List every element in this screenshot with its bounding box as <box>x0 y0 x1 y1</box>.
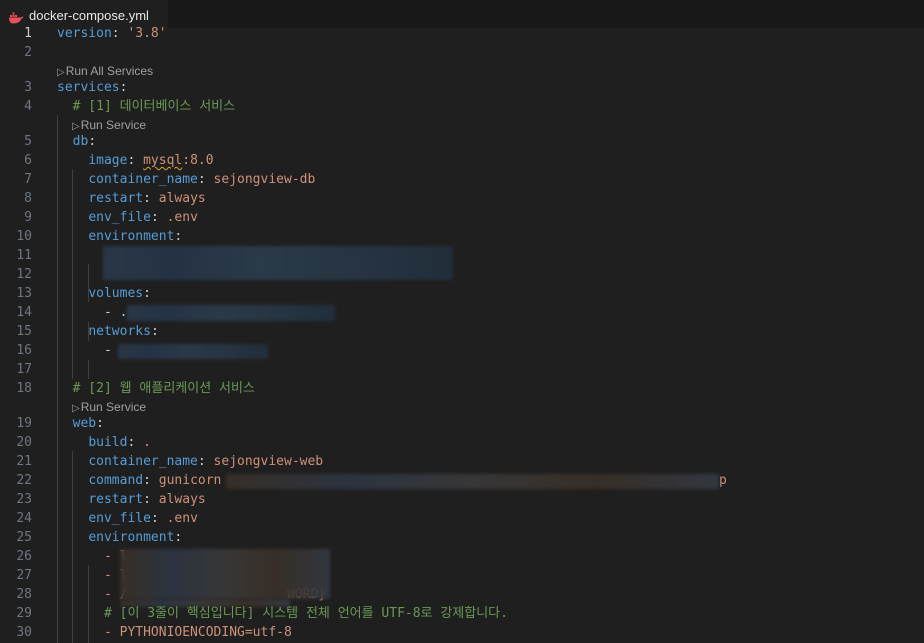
line-number: 29 <box>16 606 32 621</box>
code-line: 3 services: <box>0 78 924 97</box>
lint-warning: mysql <box>143 153 183 168</box>
run-service-db-codelens[interactable]: ▷Run Service <box>72 117 146 133</box>
code-line: 5 db: <box>0 132 924 151</box>
line-number: 25 <box>16 530 32 545</box>
code-line: 25 environment: <box>0 528 924 547</box>
code-line: 18 # [2] 웹 애플리케이션 서비스 <box>0 379 924 398</box>
line-number: 15 <box>16 324 32 339</box>
line-number: 14 <box>16 305 32 320</box>
line-number: 17 <box>16 362 32 377</box>
code-line: 21 container_name: sejongview-web <box>0 452 924 471</box>
redacted-region <box>120 549 330 599</box>
line-number: 4 <box>24 99 32 114</box>
line-number: 19 <box>16 416 32 431</box>
code-line: 1 version: '3.8' <box>0 24 924 43</box>
code-line: 20 build: . <box>0 433 924 452</box>
code-line: 10 environment: <box>0 227 924 246</box>
redacted-region <box>127 305 335 321</box>
code-line: 19 web: <box>0 414 924 433</box>
line-number: 23 <box>16 492 32 507</box>
run-all-services-codelens[interactable]: ▷Run All Services <box>57 63 153 79</box>
line-number: 8 <box>24 191 32 206</box>
line-number: 13 <box>16 286 32 301</box>
play-icon: ▷ <box>72 403 80 414</box>
line-number: 12 <box>16 267 32 282</box>
line-number: 22 <box>16 473 32 488</box>
line-number: 11 <box>16 248 32 263</box>
line-number: 26 <box>16 549 32 564</box>
code-line: 30 - PYTHONIOENCODING=utf-8 <box>0 623 924 642</box>
redacted-region <box>103 246 453 280</box>
tab-filename: docker-compose.yml <box>29 7 149 23</box>
line-number: 20 <box>16 435 32 450</box>
code-line: 15 networks: <box>0 322 924 341</box>
run-service-web-codelens[interactable]: ▷Run Service <box>72 399 146 415</box>
docker-whale-icon <box>8 9 24 24</box>
code-line: 17 <box>0 360 924 379</box>
line-number: 6 <box>24 153 32 168</box>
code-line: 29 # [이 3줄이 핵심입니다] 시스템 전체 언어를 UTF-8로 강제합… <box>0 604 924 623</box>
line-number: 21 <box>16 454 32 469</box>
line-number: 9 <box>24 210 32 225</box>
line-number: 1 <box>24 26 32 41</box>
code-editor[interactable]: 1 version: '3.8' 2 ▷Run All Services 3 s… <box>0 24 924 643</box>
line-number: 28 <box>16 587 32 602</box>
line-number: 7 <box>24 172 32 187</box>
redacted-region <box>226 474 719 489</box>
line-number: 30 <box>16 625 32 640</box>
line-number: 16 <box>16 343 32 358</box>
code-line: 24 env_file: .env <box>0 509 924 528</box>
code-line: 13 volumes: <box>0 284 924 303</box>
line-number: 27 <box>16 568 32 583</box>
code-line: 9 env_file: .env <box>0 208 924 227</box>
code-line: 2 <box>0 43 924 62</box>
line-number: 10 <box>16 229 32 244</box>
line-number: 24 <box>16 511 32 526</box>
code-line: 8 restart: always <box>0 189 924 208</box>
code-line: 4 # [1] 데이터베이스 서비스 <box>0 97 924 116</box>
line-number: 5 <box>24 134 32 149</box>
line-number: 18 <box>16 381 32 396</box>
code-line: 23 restart: always <box>0 490 924 509</box>
play-icon: ▷ <box>57 67 65 78</box>
redacted-region <box>118 344 268 359</box>
code-line: 7 container_name: sejongview-db <box>0 170 924 189</box>
code-line: 6 image: mysql:8.0 <box>0 151 924 170</box>
line-number: 3 <box>24 80 32 95</box>
line-number: 2 <box>24 45 32 60</box>
play-icon: ▷ <box>72 121 80 132</box>
